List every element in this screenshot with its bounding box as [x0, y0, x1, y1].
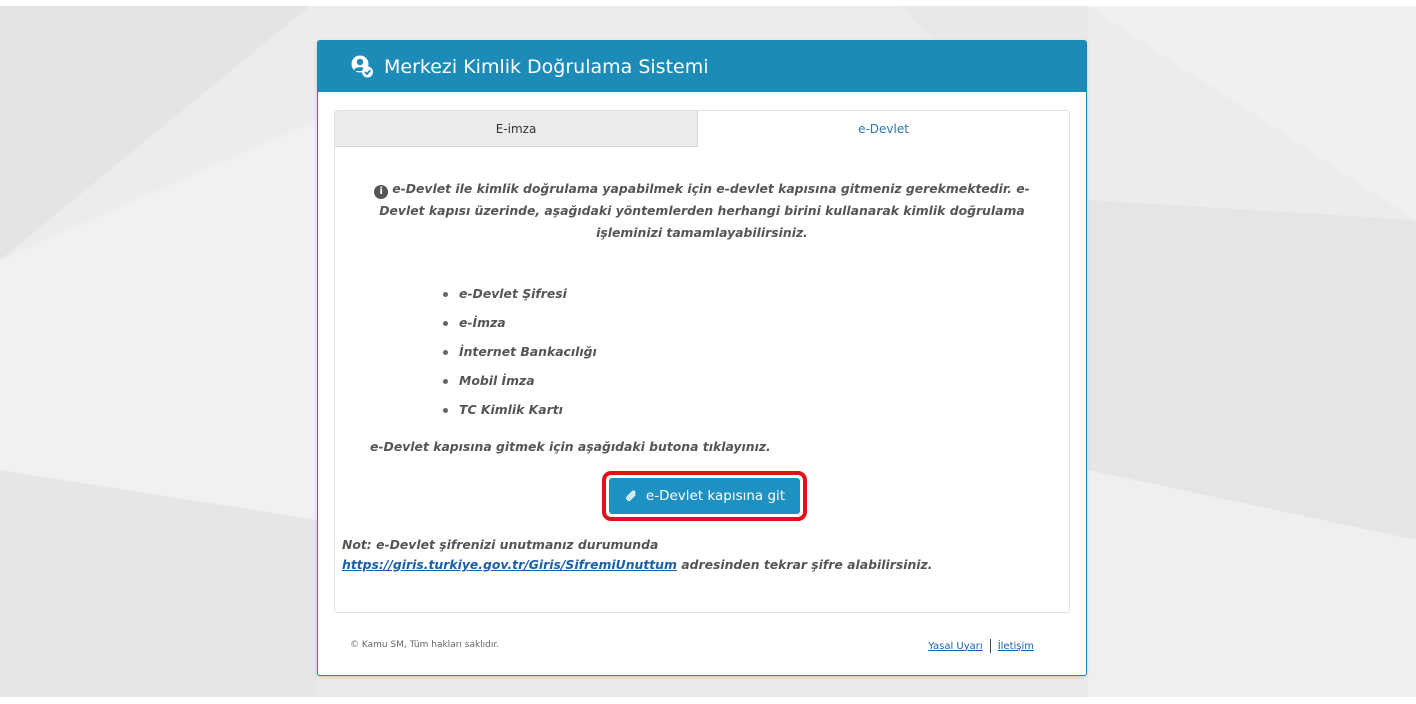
list-item: e-Devlet Şifresi — [443, 284, 1069, 313]
forgot-password-link[interactable]: https://giris.turkiye.gov.tr/Giris/Sifre… — [342, 557, 677, 572]
info-icon: i — [374, 185, 389, 199]
copyright: © Kamu SM, Tüm hakları saklıdır. — [350, 640, 500, 650]
contact-link[interactable]: İletişim — [998, 641, 1034, 652]
note-text: Not: e-Devlet şifrenizi unutmanız durumu… — [342, 535, 932, 575]
list-item: İnternet Bankacılığı — [443, 342, 1069, 371]
note-suffix: adresinden tekrar şifre alabilirsiniz. — [676, 557, 933, 572]
tab-panel: E-imza e-Devlet i e-Devlet ile kimlik doğ… — [334, 110, 1070, 613]
goto-edevlet-button-label: e-Devlet kapısına git — [645, 488, 786, 504]
goto-instruction: e-Devlet kapısına gitmek için aşağıdaki … — [370, 439, 771, 454]
list-item: TC Kimlik Kartı — [443, 400, 1069, 429]
list-item: Mobil İmza — [443, 371, 1069, 400]
auth-methods-list: e-Devlet Şifresi e-İmza İnternet Bankacı… — [335, 284, 1069, 429]
button-highlight: e-Devlet kapısına git — [602, 471, 807, 521]
intro-text-block: i e-Devlet ile kimlik doğrulama yapabilme… — [355, 178, 1049, 244]
tab-e-imza[interactable]: E-imza — [335, 111, 698, 147]
tab-bar: E-imza e-Devlet — [335, 111, 1069, 147]
frame-top — [0, 0, 1416, 6]
page-title: Merkezi Kimlik Doğrulama Sistemi — [384, 55, 709, 78]
frame-bottom — [0, 697, 1416, 704]
auth-card: Merkezi Kimlik Doğrulama Sistemi E-imza … — [317, 40, 1087, 676]
note-prefix: Not: e-Devlet şifrenizi unutmanız durumu… — [342, 537, 659, 552]
legal-notice-link[interactable]: Yasal Uyarı — [928, 641, 982, 652]
link-icon — [624, 489, 638, 503]
footer-divider — [989, 639, 991, 653]
intro-text: e-Devlet ile kimlik doğrulama yapabilmek… — [379, 181, 1030, 240]
goto-edevlet-button[interactable]: e-Devlet kapısına git — [609, 478, 800, 514]
card-header: Merkezi Kimlik Doğrulama Sistemi — [318, 41, 1086, 92]
tab-e-devlet[interactable]: e-Devlet — [698, 111, 1069, 147]
list-item: e-İmza — [443, 313, 1069, 342]
note-line: https://giris.turkiye.gov.tr/Giris/Sifre… — [342, 555, 932, 575]
user-check-icon — [350, 55, 374, 79]
footer-links: Yasal Uyarı İletişim — [928, 639, 1034, 653]
